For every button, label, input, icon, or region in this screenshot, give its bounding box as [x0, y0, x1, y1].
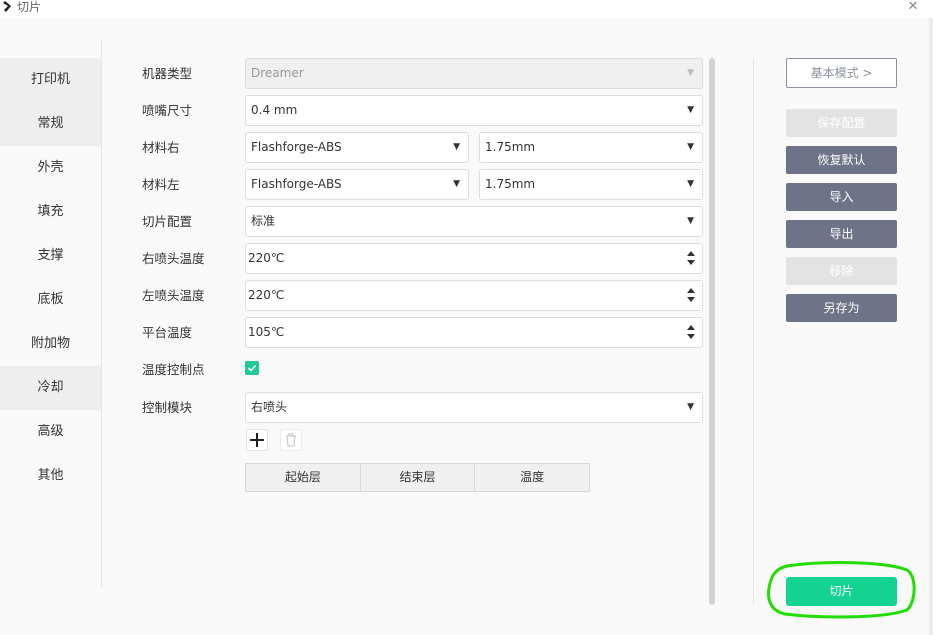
control-module-label: 控制模块 [142, 400, 193, 415]
nozzle-size-value: 0.4 mm [251, 103, 298, 117]
left-nozzle-temp-spinbox[interactable]: 220℃ [245, 280, 703, 311]
nozzle-size-select[interactable]: 0.4 mm ▼ [245, 95, 703, 126]
chevron-down-icon: ▼ [453, 179, 460, 189]
app-logo-icon [3, 1, 11, 12]
right-nozzle-temp-value: 220℃ [248, 251, 285, 265]
chevron-down-icon: ▼ [687, 216, 694, 226]
chevron-down-icon: ▼ [687, 68, 694, 78]
slice-profile-value: 标准 [251, 214, 276, 228]
chevron-down-icon: ▼ [687, 105, 694, 115]
save-config-button[interactable]: 保存配置 [786, 109, 897, 137]
slice-profile-label: 切片配置 [142, 214, 193, 229]
spinner-arrows-icon[interactable] [687, 287, 695, 303]
material-left-label: 材料左 [142, 177, 180, 192]
material-left-diameter-select[interactable]: 1.75mm ▼ [479, 169, 703, 200]
platform-temp-spinbox[interactable]: 105℃ [245, 317, 703, 348]
sidebar-item-infill[interactable]: 填充 [0, 190, 101, 234]
material-left-select[interactable]: Flashforge-ABS ▼ [245, 169, 469, 200]
basic-mode-button[interactable]: 基本模式 > [786, 58, 897, 88]
plus-icon [250, 433, 264, 447]
sidebar-item-support[interactable]: 支撑 [0, 234, 101, 278]
control-module-value: 右喷头 [251, 400, 288, 414]
material-right-label: 材料右 [142, 140, 180, 155]
remove-button[interactable]: 移除 [786, 257, 897, 285]
sidebar-item-printer[interactable]: 打印机 [0, 58, 101, 102]
material-right-diameter-select[interactable]: 1.75mm ▼ [479, 132, 703, 163]
sidebar-item-cooling[interactable]: 冷却 [0, 366, 101, 410]
form-scrollbar[interactable] [709, 58, 715, 605]
import-button[interactable]: 导入 [786, 183, 897, 211]
platform-temp-value: 105℃ [248, 325, 285, 339]
right-nozzle-temp-spinbox[interactable]: 220℃ [245, 243, 703, 274]
material-right-value: Flashforge-ABS [251, 140, 342, 154]
sidebar-item-base[interactable]: 底板 [0, 278, 101, 322]
material-right-diameter-value: 1.75mm [485, 140, 536, 154]
column-start-layer: 起始层 [246, 464, 361, 491]
spinner-arrows-icon[interactable] [687, 250, 695, 266]
left-nozzle-temp-value: 220℃ [248, 288, 285, 302]
chevron-down-icon: ▼ [687, 142, 694, 152]
chevron-down-icon: ▼ [453, 142, 460, 152]
temp-control-point-label: 温度控制点 [142, 362, 205, 377]
delete-row-button[interactable] [280, 429, 302, 451]
sidebar-item-advanced[interactable]: 高级 [0, 410, 101, 454]
nozzle-size-label: 喷嘴尺寸 [142, 103, 193, 118]
restore-default-button[interactable]: 恢复默认 [786, 146, 897, 174]
slice-button[interactable]: 切片 [786, 577, 897, 606]
material-left-value: Flashforge-ABS [251, 177, 342, 191]
platform-temp-label: 平台温度 [142, 325, 193, 340]
checkmark-icon [247, 364, 257, 372]
machine-type-label: 机器类型 [142, 66, 193, 81]
material-left-diameter-value: 1.75mm [485, 177, 536, 191]
close-icon[interactable]: ✕ [908, 0, 919, 14]
temp-control-point-checkbox[interactable] [245, 361, 259, 375]
temperature-table-header: 起始层 结束层 温度 [245, 463, 590, 492]
left-nozzle-temp-label: 左喷头温度 [142, 288, 205, 303]
column-end-layer: 结束层 [361, 464, 476, 491]
add-row-button[interactable] [246, 429, 268, 451]
right-divider [753, 58, 754, 605]
sidebar-item-shell[interactable]: 外壳 [0, 146, 101, 190]
sidebar-item-general[interactable]: 常规 [0, 102, 101, 146]
close-button[interactable]: ✕ [904, 0, 922, 15]
trash-icon [286, 433, 296, 447]
window-edge [929, 18, 933, 635]
export-button[interactable]: 导出 [786, 220, 897, 248]
sidebar-item-other[interactable]: 其他 [0, 454, 101, 498]
control-module-select[interactable]: 右喷头 ▼ [245, 392, 703, 423]
chevron-down-icon: ▼ [687, 179, 694, 189]
column-temperature: 温度 [520, 470, 545, 484]
right-nozzle-temp-label: 右喷头温度 [142, 251, 205, 266]
sidebar-item-additions[interactable]: 附加物 [0, 322, 101, 366]
machine-type-select: Dreamer ▼ [245, 58, 703, 89]
spinner-arrows-icon[interactable] [687, 324, 695, 340]
material-right-select[interactable]: Flashforge-ABS ▼ [245, 132, 469, 163]
machine-type-value: Dreamer [251, 66, 304, 80]
chevron-down-icon: ▼ [687, 402, 694, 412]
save-as-button[interactable]: 另存为 [786, 294, 897, 322]
sidebar-divider [101, 40, 102, 587]
window-title: 切片 [17, 0, 42, 14]
slice-profile-select[interactable]: 标准 ▼ [245, 206, 703, 237]
title-bar: 切片 ✕ [0, 0, 933, 18]
